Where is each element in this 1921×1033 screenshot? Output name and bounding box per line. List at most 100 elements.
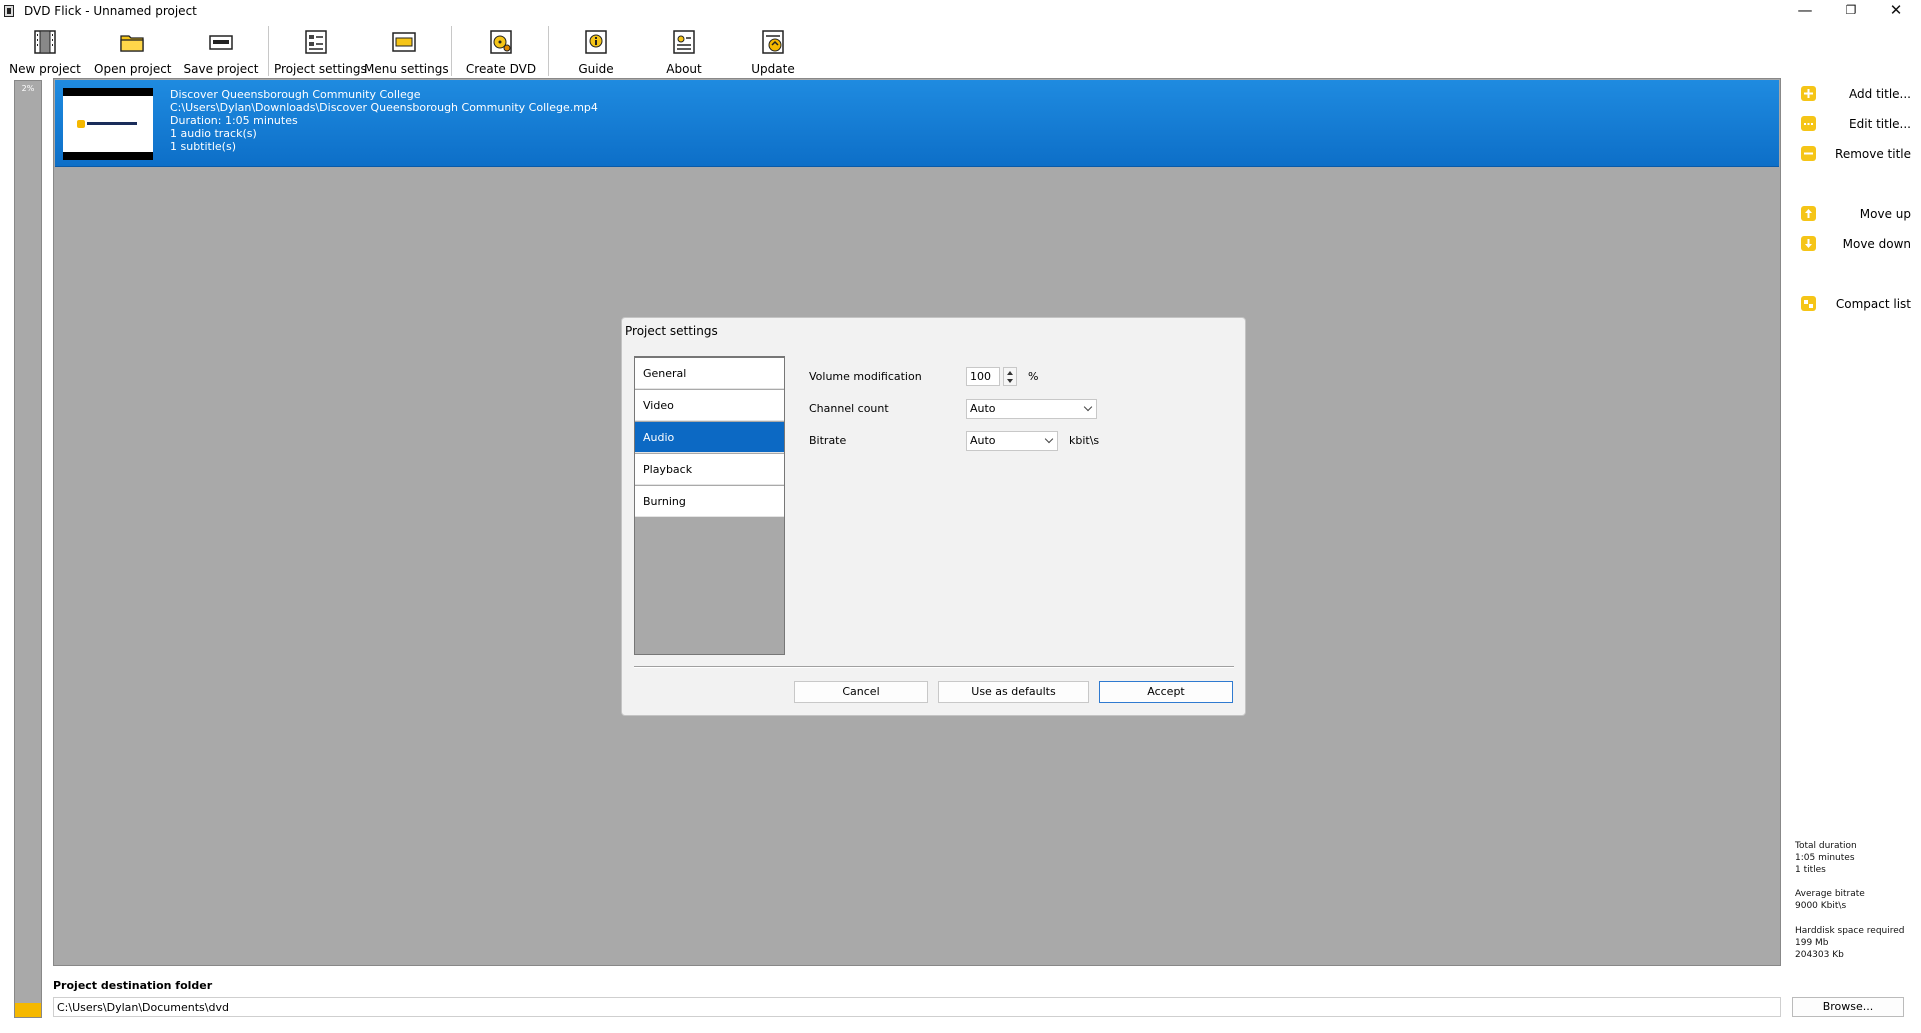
info-icon [585,30,607,54]
avg-bitrate-value: 9000 Kbit\s [1795,901,1847,911]
compact-list-button[interactable]: Compact list [1801,293,1911,315]
title-audio-tracks: 1 audio track(s) [170,127,257,140]
bitrate-select[interactable]: Auto [966,431,1058,451]
minimize-button[interactable]: — [1782,0,1828,22]
guide-label: Guide [578,62,614,76]
toolbar-separator [451,26,452,76]
new-project-label: New project [9,62,81,76]
add-title-label: Add title... [1849,87,1911,101]
film-icon [34,30,56,54]
menu-settings-label: Menu settings [364,62,449,76]
create-dvd-button[interactable]: Create DVD [462,26,540,78]
channel-count-value: Auto [970,402,996,415]
move-down-button[interactable]: Move down [1801,233,1911,255]
title-path: C:\Users\Dylan\Downloads\Discover Queens… [170,101,598,114]
dialog-separator [634,666,1234,668]
use-as-defaults-button[interactable]: Use as defaults [938,681,1089,703]
compact-list-icon [1801,296,1816,311]
nav-playback[interactable]: Playback [635,454,784,485]
title-duration: Duration: 1:05 minutes [170,114,298,127]
ellipsis-icon [1801,116,1816,131]
title-list-item[interactable]: Discover Queensborough Community College… [55,80,1779,167]
about-button[interactable]: About [648,26,720,78]
edit-title-button[interactable]: Edit title... [1801,113,1911,135]
arrow-up-icon [1801,206,1816,221]
volume-unit: % [1028,370,1039,383]
save-project-label: Save project [183,62,259,76]
title-name: Discover Queensborough Community College [170,88,421,101]
save-icon [209,35,233,50]
toolbar-separator [548,26,549,76]
close-button[interactable]: ✕ [1873,0,1919,22]
accept-button[interactable]: Accept [1099,681,1233,703]
update-label: Update [751,62,795,76]
harddisk-mb: 199 Mb [1795,938,1829,948]
dvd-burn-icon [490,30,512,54]
progress-strip: 2% [14,80,42,1018]
new-project-button[interactable]: New project [8,26,82,78]
channel-count-label: Channel count [809,402,889,415]
project-settings-dialog: Project settings General Video Audio Pla… [621,317,1246,716]
total-duration-label: Total duration [1795,841,1857,851]
nav-audio[interactable]: Audio [635,422,784,453]
about-label: About [666,62,702,76]
project-settings-label: Project settings [274,62,367,76]
move-up-label: Move up [1859,207,1911,221]
save-project-button[interactable]: Save project [183,26,259,78]
toolbar-separator [268,26,269,76]
browse-button[interactable]: Browse... [1792,997,1904,1017]
app-icon [4,5,14,17]
total-duration-stats: Total duration 1:05 minutes 1 titles [1795,840,1857,876]
open-project-label: Open project [94,62,172,76]
avg-bitrate-label: Average bitrate [1795,889,1865,899]
window-title: DVD Flick - Unnamed project [24,4,197,18]
about-icon [673,30,695,54]
chevron-down-icon [1083,402,1093,412]
guide-button[interactable]: Guide [560,26,632,78]
spin-down-icon[interactable] [1007,379,1013,383]
progress-percent: 2% [21,84,35,93]
add-title-button[interactable]: Add title... [1801,83,1911,105]
nav-burning[interactable]: Burning [635,486,784,517]
bitrate-unit: kbit\s [1069,434,1100,447]
project-settings-button[interactable]: Project settings [274,26,367,78]
title-details: Discover Queensborough Community College… [170,88,598,153]
total-duration-value: 1:05 minutes [1795,853,1855,863]
remove-title-label: Remove title [1835,147,1911,161]
cancel-button[interactable]: Cancel [794,681,928,703]
update-icon [762,30,784,54]
title-sidebar: Add title... Edit title... Remove title … [1786,78,1921,1018]
dialog-title: Project settings [625,324,718,338]
titles-count: 1 titles [1795,865,1826,875]
title-subtitles: 1 subtitle(s) [170,140,236,153]
destination-label: Project destination folder [53,979,213,992]
arrow-down-icon [1801,236,1816,251]
progress-fill [15,1003,41,1017]
remove-title-button[interactable]: Remove title [1801,143,1911,165]
open-project-button[interactable]: Open project [94,26,172,78]
channel-count-select[interactable]: Auto [966,399,1097,419]
menu-settings-button[interactable]: Menu settings [364,26,449,78]
update-button[interactable]: Update [737,26,809,78]
volume-input[interactable]: 100 [966,367,1000,386]
create-dvd-label: Create DVD [465,62,537,76]
nav-video[interactable]: Video [635,390,784,421]
toolbar: New project Open project Save project Pr… [0,22,1921,78]
move-down-label: Move down [1842,237,1911,251]
spin-up-icon[interactable] [1007,371,1013,375]
volume-spinner[interactable] [1003,367,1017,386]
bitrate-value: Auto [970,434,996,447]
maximize-button[interactable]: ❐ [1828,0,1874,22]
nav-general[interactable]: General [635,358,784,389]
bitrate-label: Bitrate [809,434,847,447]
harddisk-kb: 204303 Kb [1795,950,1844,960]
average-bitrate-stats: Average bitrate 9000 Kbit\s [1795,888,1865,912]
settings-nav: General Video Audio Playback Burning [634,356,785,655]
title-bar: DVD Flick - Unnamed project — ❐ ✕ [0,0,1921,22]
menu-icon [392,32,416,52]
move-up-button[interactable]: Move up [1801,203,1911,225]
harddisk-label: Harddisk space required [1795,926,1905,936]
destination-folder-input[interactable] [53,997,1781,1017]
chevron-down-icon [1044,434,1054,444]
harddisk-stats: Harddisk space required 199 Mb 204303 Kb [1795,925,1905,961]
